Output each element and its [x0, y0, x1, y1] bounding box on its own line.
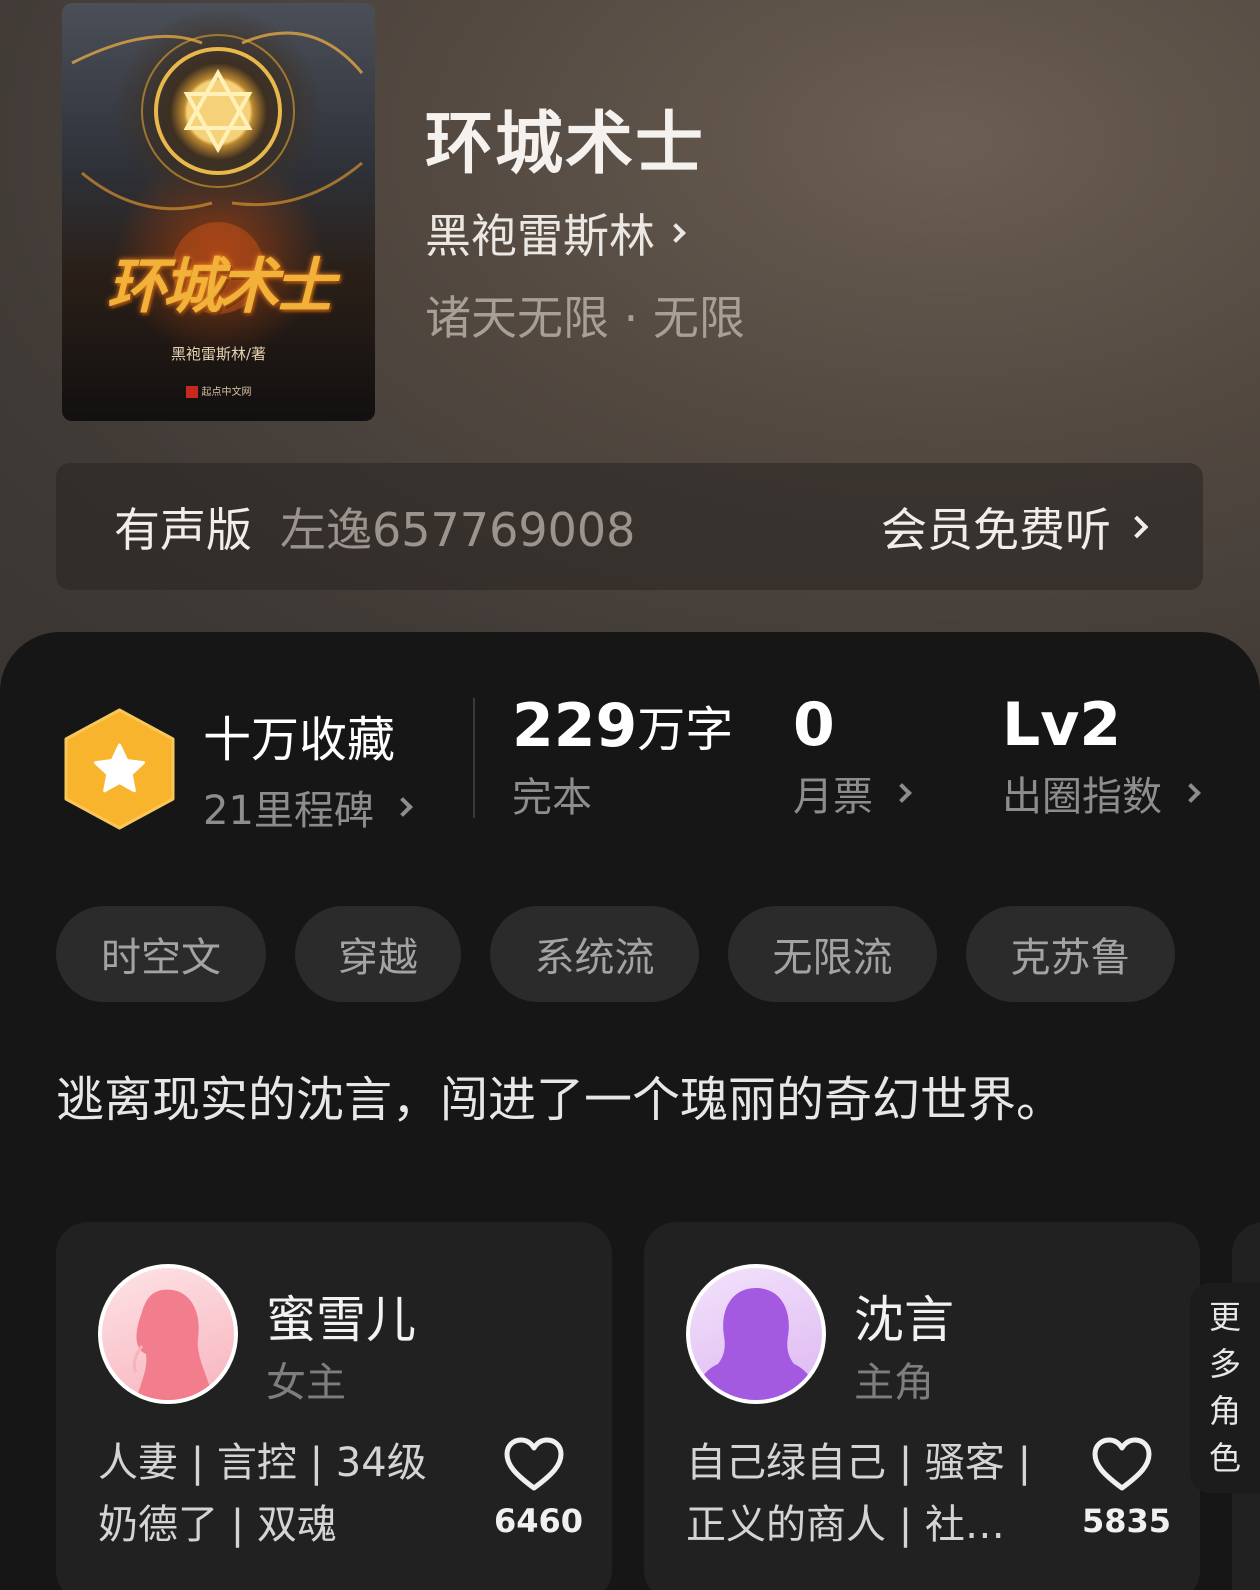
genre-label: 诸天无限 · 无限 [425, 291, 745, 345]
like-count: 5835 [1082, 1502, 1172, 1540]
heart-icon [1092, 1437, 1152, 1491]
more-characters-char: 色 [1208, 1439, 1241, 1477]
tag-chip[interactable]: 克苏鲁 [966, 906, 1175, 1002]
audio-label: 有声版 [114, 502, 252, 557]
free-listen-button[interactable]: 会员免费听 [881, 494, 1149, 560]
avatar [98, 1264, 238, 1404]
chevron-right-icon [1125, 515, 1149, 538]
like-button[interactable]: 5835 [1082, 1436, 1172, 1540]
character-card[interactable]: 沈言 主角 自己绿自己 | 骚客 | 正义的商人 | 社… 5835 [644, 1222, 1200, 1590]
monthly-ticket-stat[interactable]: 0 月票 [793, 690, 912, 822]
free-listen-label: 会员免费听 [881, 502, 1111, 557]
character-role: 主角 [854, 1360, 934, 1406]
tag-list: 时空文 穿越 系统流 无限流 克苏鲁 [56, 906, 1204, 1002]
book-cover[interactable]: 环城术士 黑袍雷斯林/著 起点中文网 [62, 3, 375, 421]
completion-status: 完本 [512, 775, 592, 821]
cover-author: 黑袍雷斯林/著 [170, 345, 267, 363]
character-name: 蜜雪儿 [266, 1291, 416, 1349]
character-name: 沈言 [854, 1291, 954, 1349]
book-title: 环城术士 [425, 104, 706, 184]
word-count-number: 229 [512, 691, 638, 761]
popularity-index-stat[interactable]: Lv2 出圈指数 [1002, 690, 1201, 822]
collection-count: 十万收藏 [203, 712, 396, 768]
tag-chip[interactable]: 无限流 [728, 906, 937, 1002]
more-characters-char: 多 [1208, 1345, 1241, 1383]
female-silhouette-icon [132, 1289, 214, 1400]
author-name: 黑袍雷斯林 [425, 209, 655, 263]
character-traits: 自己绿自己 | 骚客 | 正义的商人 | 社… [686, 1432, 1036, 1556]
cover-title: 环城术士 [106, 252, 335, 322]
character-traits-line: 人妻 | 言控 | 34级 [98, 1440, 427, 1486]
like-count: 6460 [494, 1502, 584, 1540]
like-button[interactable]: 6460 [494, 1436, 584, 1540]
tag-chip[interactable]: 时空文 [56, 906, 266, 1002]
collection-stat[interactable]: 十万收藏 21里程碑 [203, 700, 413, 836]
tag-chip[interactable]: 系统流 [490, 906, 699, 1002]
character-traits: 人妻 | 言控 | 34级 奶德了 | 双魂 [98, 1432, 448, 1556]
popularity-index-level: Lv2 [1002, 690, 1122, 760]
audio-version-bar[interactable]: 有声版 左逸657769008 会员免费听 [56, 463, 1203, 590]
tag-chip[interactable]: 穿越 [295, 906, 461, 1002]
stat-divider [473, 698, 475, 818]
word-count-stat: 229万字 完本 [512, 690, 733, 823]
heart-icon [504, 1437, 564, 1491]
chevron-right-icon [393, 797, 413, 817]
milestone-label: 21里程碑 [203, 788, 374, 834]
chevron-right-icon [892, 783, 912, 803]
character-traits-line: 正义的商人 | 社… [686, 1502, 1005, 1548]
word-count-unit: 万字 [637, 702, 734, 758]
synopsis[interactable]: 逃离现实的沈言，闯进了一个瑰丽的奇幻世界。 [56, 1060, 1064, 1130]
male-silhouette-icon [694, 1288, 818, 1400]
more-characters-char: 更 [1208, 1298, 1241, 1336]
character-traits-line: 自己绿自己 | 骚客 | [686, 1440, 1032, 1486]
more-characters-char: 角 [1208, 1392, 1241, 1430]
monthly-ticket-count: 0 [793, 690, 835, 760]
audio-narrator: 左逸657769008 [280, 502, 636, 557]
chevron-right-icon [666, 223, 686, 243]
character-role: 女主 [266, 1360, 346, 1406]
author-link[interactable]: 黑袍雷斯林 [425, 200, 686, 266]
star-badge-icon [64, 708, 175, 830]
chevron-right-icon [1181, 783, 1201, 803]
more-characters-button[interactable]: 更 多 角 色 [1190, 1283, 1260, 1493]
popularity-index-label: 出圈指数 [1002, 774, 1162, 820]
character-traits-line: 奶德了 | 双魂 [98, 1502, 337, 1548]
character-card[interactable]: 蜜雪儿 女主 人妻 | 言控 | 34级 奶德了 | 双魂 6460 [56, 1222, 612, 1590]
avatar [686, 1264, 826, 1404]
monthly-ticket-label: 月票 [793, 774, 873, 820]
cover-publisher: 起点中文网 [62, 383, 375, 398]
